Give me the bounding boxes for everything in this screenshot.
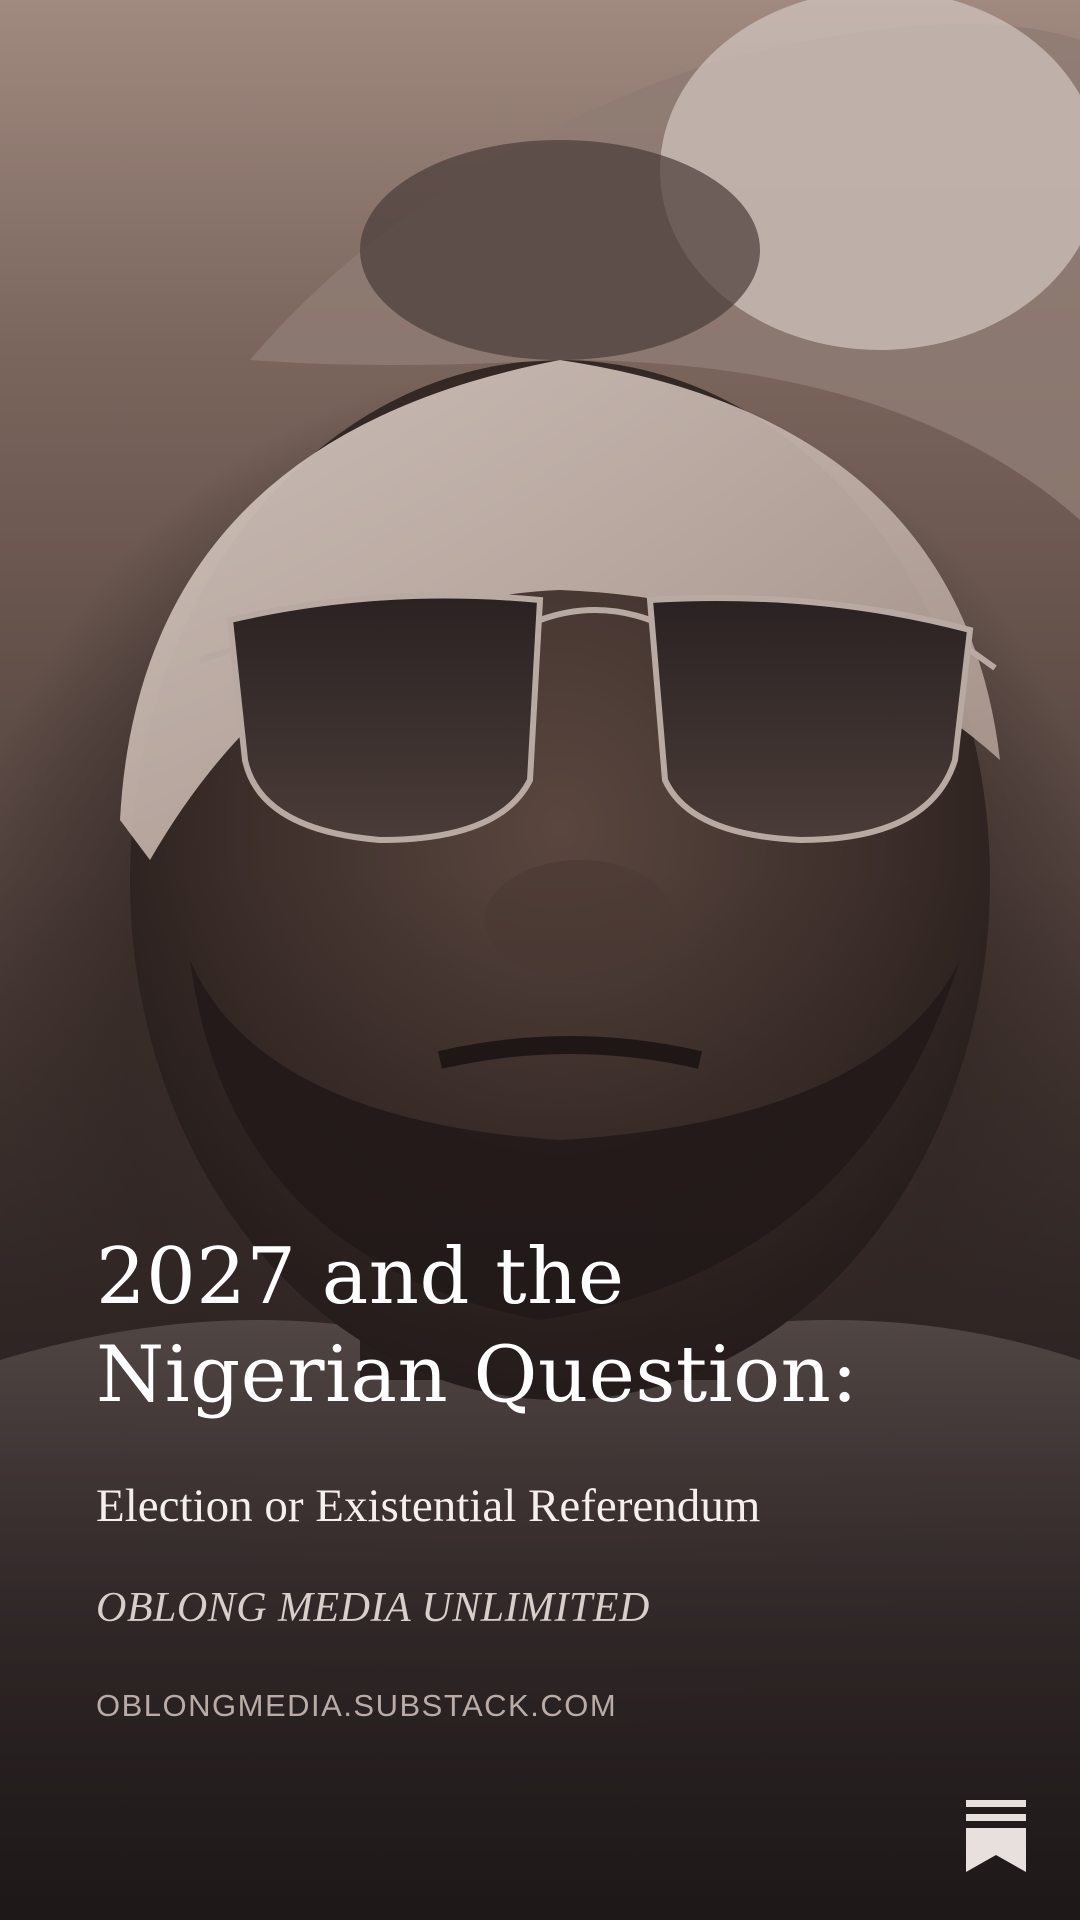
post-subtitle: Election or Existential Referendum — [96, 1480, 761, 1532]
post-title: 2027 and the Nigerian Question: — [96, 1232, 859, 1420]
substack-bookmark-icon — [966, 1800, 1026, 1872]
story-card: 2027 and the Nigerian Question: Election… — [0, 0, 1080, 1920]
post-text-block: 2027 and the Nigerian Question: Election… — [96, 1228, 984, 1726]
publication-name: OBLONG MEDIA UNLIMITED — [96, 1585, 650, 1631]
publication-url[interactable]: OBLONGMEDIA.SUBSTACK.COM — [96, 1686, 984, 1726]
